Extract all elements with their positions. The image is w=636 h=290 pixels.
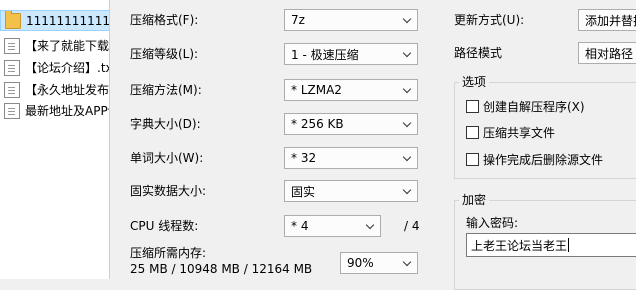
sfx-label: 创建自解压程序(X) [483,100,585,114]
file-name: 【来了就能下载 [25,39,110,53]
document-icon [4,59,20,76]
text-caret [568,238,570,252]
path-mode-combo[interactable]: 相对路径 [578,42,636,64]
method-combo[interactable]: * LZMA2 [284,79,418,101]
memory-label: 压缩所需内存: [130,246,207,260]
level-value: 1 - 极速压缩 [291,47,359,62]
password-input[interactable]: 上老王论坛当老王 [466,233,636,257]
password-value: 上老王论坛当老王 [471,238,568,253]
solid-value: 固实 [291,184,316,199]
folder-icon [5,11,21,29]
shared-files-label: 压缩共享文件 [483,126,556,140]
format-label: 压缩格式(F): [130,13,199,27]
file-name: 111111111111 [26,13,110,28]
chevron-down-icon [399,148,417,168]
dict-value: * 256 KB [291,117,344,131]
threads-combo[interactable]: * 4 [284,215,381,237]
chevron-down-icon [399,181,417,201]
file-list-item[interactable]: 【永久地址发布 [0,79,110,100]
method-value: * LZMA2 [291,83,342,97]
update-mode-combo[interactable]: 添加并替换 [578,9,636,31]
file-list-item[interactable]: 【来了就能下载 [0,35,110,56]
file-list-item[interactable]: 【论坛介绍】.txt [0,57,110,78]
shared-files-checkbox-row[interactable]: 压缩共享文件 [466,124,555,141]
options-title: 选项 [459,74,490,90]
chevron-down-icon [362,216,380,236]
delete-after-checkbox-row[interactable]: 操作完成后删除源文件 [466,151,603,168]
sfx-checkbox[interactable] [466,100,479,113]
update-mode-label: 更新方式(U): [454,13,525,27]
delete-after-label: 操作完成后删除源文件 [483,153,604,167]
level-label: 压缩等级(L): [130,47,199,61]
file-name: 【永久地址发布 [25,83,110,97]
chevron-down-icon [399,44,417,64]
solid-combo[interactable]: 固实 [284,180,418,202]
password-label: 输入密码: [466,216,519,230]
chevron-down-icon [399,10,417,30]
word-value: * 32 [291,151,317,165]
threads-label: CPU 线程数: [130,219,199,233]
format-value: 7z [291,13,305,27]
threads-value: * 4 [291,219,309,233]
sfx-checkbox-row[interactable]: 创建自解压程序(X) [466,98,585,115]
method-label: 压缩方法(M): [130,83,202,97]
dict-combo[interactable]: * 256 KB [284,113,418,135]
document-icon [4,81,20,98]
encryption-title: 加密 [459,192,490,208]
level-combo[interactable]: 1 - 极速压缩 [284,43,418,65]
memory-percent-combo[interactable]: 90% [340,252,418,274]
chevron-down-icon [399,114,417,134]
dict-label: 字典大小(D): [130,117,201,131]
path-mode-value: 相对路径 [585,46,634,61]
document-icon [4,102,20,119]
file-list-item[interactable]: 最新地址及APP说 [0,100,109,121]
chevron-down-icon [399,253,417,273]
memory-percent-value: 90% [347,256,374,270]
file-list-item[interactable]: 111111111111 [0,10,110,31]
update-mode-value: 添加并替换 [585,13,636,28]
document-icon [4,37,20,54]
word-label: 单词大小(W): [130,151,204,165]
file-name: 最新地址及APP说 [25,104,109,118]
word-combo[interactable]: * 32 [284,147,418,169]
file-list: 111111111111 【来了就能下载 【论坛介绍】.txt 【永久地址发布 … [0,0,110,279]
memory-detail: 25 MB / 10948 MB / 12164 MB [130,262,313,276]
path-mode-label: 路径模式 [454,46,503,60]
solid-label: 固实数据大小: [130,184,207,198]
delete-after-checkbox[interactable] [466,153,479,166]
file-name: 【论坛介绍】.txt [25,61,110,75]
chevron-down-icon [399,80,417,100]
shared-files-checkbox[interactable] [466,126,479,139]
format-combo[interactable]: 7z [284,9,418,31]
threads-total: / 4 [404,219,420,233]
